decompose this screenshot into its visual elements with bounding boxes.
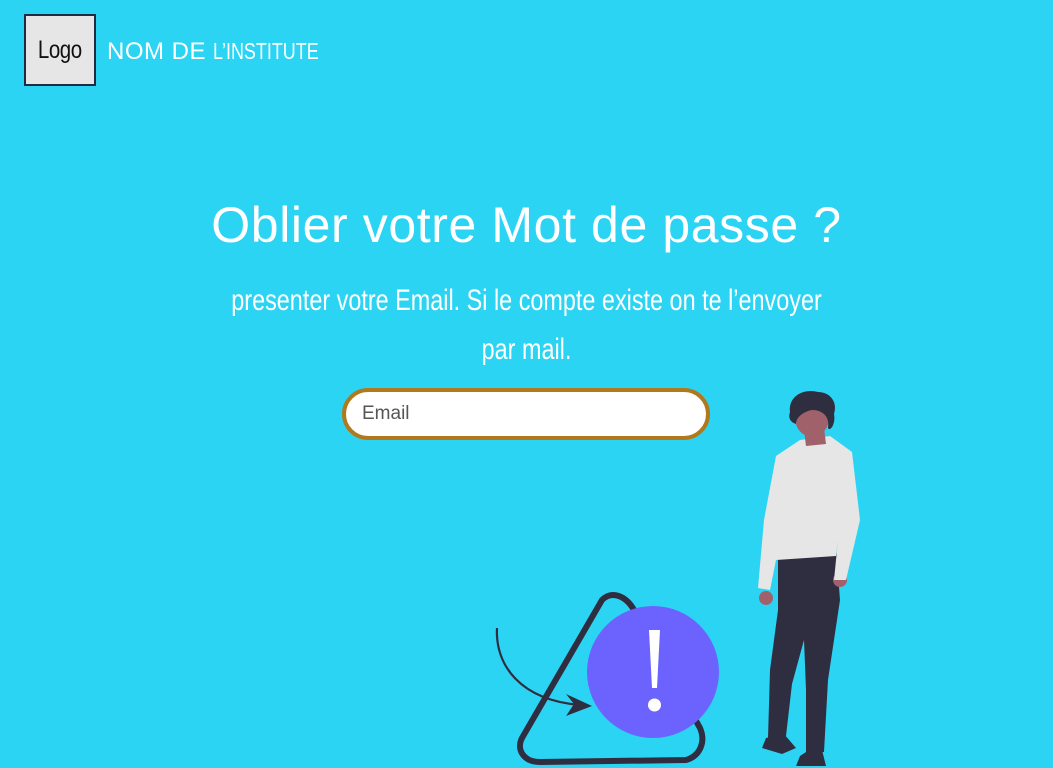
page-title: Oblier votre Mot de passe ? bbox=[211, 197, 842, 253]
person-with-warning-illustration bbox=[495, 390, 860, 766]
logo-label: Logo bbox=[38, 35, 82, 64]
page-subtitle: presenter votre Email. Si le compte exis… bbox=[140, 276, 914, 374]
subtitle-line-1: presenter votre Email. Si le compte exis… bbox=[231, 284, 823, 317]
person-left-shoe bbox=[762, 734, 796, 754]
alert-mark-dot bbox=[648, 698, 661, 712]
logo-box[interactable]: Logo bbox=[24, 14, 96, 86]
subtitle-line-2: par mail. bbox=[482, 333, 572, 366]
institute-name-light: L’INSTITUTE bbox=[213, 38, 319, 64]
curved-arrow-head bbox=[566, 694, 592, 716]
person-trousers bbox=[768, 548, 840, 754]
institute-name-strong: NOM DE bbox=[107, 38, 206, 65]
forgot-password-page: Logo NOM DE L’INSTITUTE Oblier votre Mot… bbox=[0, 0, 1053, 768]
curved-arrow-line bbox=[495, 627, 581, 707]
person-left-hand bbox=[759, 591, 773, 605]
institute-name: NOM DE L’INSTITUTE bbox=[107, 38, 348, 66]
